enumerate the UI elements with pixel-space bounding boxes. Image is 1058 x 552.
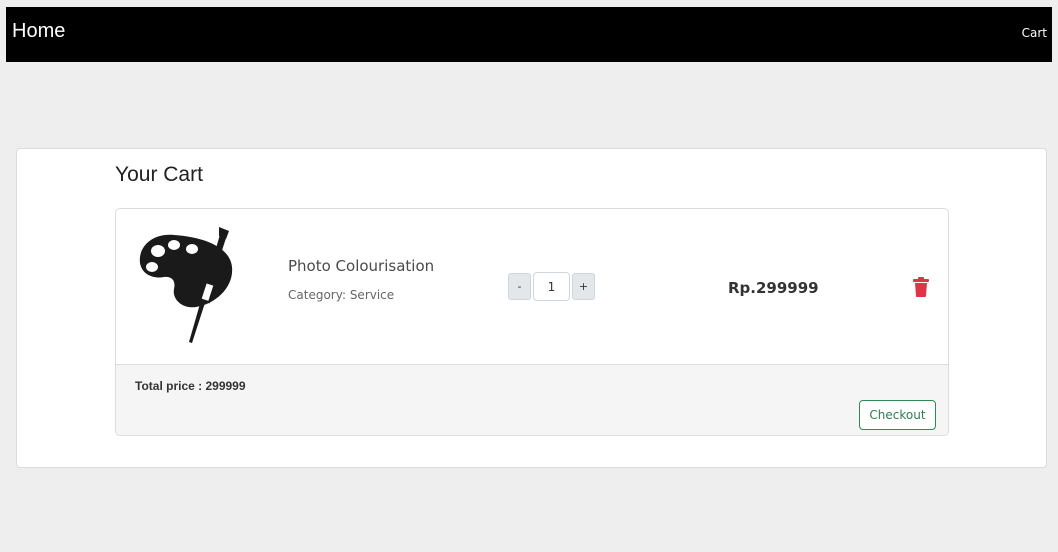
item-category-value: Service bbox=[349, 288, 395, 302]
quantity-stepper: - + bbox=[508, 272, 595, 301]
cart-box: Photo Colourisation Category: Service - … bbox=[115, 208, 949, 436]
quantity-input[interactable] bbox=[533, 272, 570, 301]
page-title: Your Cart bbox=[115, 163, 203, 186]
cart-item: Photo Colourisation Category: Service - … bbox=[116, 209, 948, 364]
total-price-label: Total price : bbox=[135, 379, 203, 393]
item-category-label: Category: bbox=[288, 288, 346, 302]
decrement-button[interactable]: - bbox=[508, 273, 531, 300]
total-price-value: 299999 bbox=[205, 379, 246, 393]
item-category: Category: Service bbox=[288, 288, 394, 302]
cart-footer: Total price : 299999 Checkout bbox=[116, 364, 948, 435]
item-price: Rp.299999 bbox=[728, 279, 819, 297]
increment-button[interactable]: + bbox=[572, 273, 595, 300]
paint-palette-icon bbox=[139, 227, 233, 343]
total-price: Total price : 299999 bbox=[135, 379, 246, 393]
item-name: Photo Colourisation bbox=[288, 257, 435, 275]
home-link[interactable]: Home bbox=[12, 20, 65, 43]
top-navbar: Home Cart bbox=[6, 7, 1052, 62]
trash-icon[interactable] bbox=[912, 277, 930, 297]
cart-card: Your Cart Photo Colourisation Category: … bbox=[16, 148, 1047, 468]
checkout-button[interactable]: Checkout bbox=[859, 400, 936, 430]
cart-link[interactable]: Cart bbox=[1022, 26, 1047, 40]
